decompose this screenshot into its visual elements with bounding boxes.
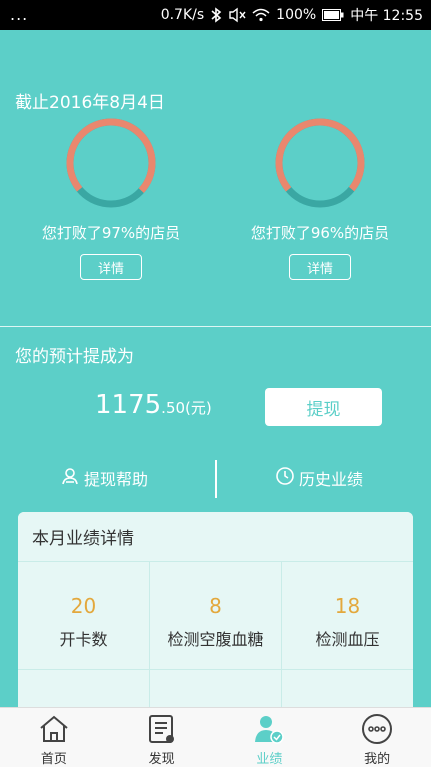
discover-icon — [145, 712, 179, 746]
network-speed: 0.7K/s — [160, 7, 205, 23]
status-dots: ... — [10, 5, 29, 24]
commission-label: 您的预计提成为 — [15, 347, 134, 367]
commission-amount: 1175 .50(元) — [95, 390, 212, 420]
monthly-card: 本月业绩详情 20 开卡数 8 检测空腹血糖 18 检测血压 — [18, 512, 413, 722]
detail-button-2[interactable]: 详情 — [289, 254, 351, 280]
detail-button-1[interactable]: 详情 — [80, 254, 142, 280]
stats-section: 截止2016年8月4日 您打败了97%的店员 您打败了96%的店员 详情 详情 — [0, 30, 431, 327]
beat-text-2: 您打败了96%的店员 — [250, 224, 390, 242]
beat-text-1: 您打败了97%的店员 — [41, 224, 181, 242]
links-separator — [215, 460, 217, 498]
mute-icon — [228, 7, 246, 23]
links-row: 提现帮助 历史业绩 — [0, 460, 431, 500]
nav-label: 我的 — [364, 752, 391, 767]
bluetooth-icon — [210, 7, 222, 23]
amount-integer: 1175 — [95, 390, 162, 420]
ring-chart-2 — [273, 116, 367, 210]
nav-label: 首页 — [40, 752, 67, 767]
nav-item-discover[interactable]: 发现 — [108, 708, 216, 767]
status-right: 0.7K/s 100% 中午 12:55 — [161, 0, 423, 30]
nav-label: 发现 — [148, 752, 175, 767]
metric-fasting-glucose[interactable]: 8 检测空腹血糖 — [150, 562, 282, 670]
monthly-title: 本月业绩详情 — [18, 512, 413, 562]
metrics-row: 20 开卡数 8 检测空腹血糖 18 检测血压 — [18, 562, 413, 670]
nav-label: 业绩 — [256, 752, 283, 767]
metric-label: 检测血压 — [315, 630, 380, 649]
home-icon — [37, 712, 71, 746]
withdraw-help-link[interactable]: 提现帮助 — [60, 466, 148, 490]
metric-value: 20 — [70, 594, 97, 618]
battery-level: 100% — [276, 7, 317, 23]
metric-value: 18 — [334, 594, 361, 618]
history-label: 历史业绩 — [299, 470, 364, 489]
bottom-nav: 首页 发现 业绩 我的 — [0, 707, 431, 767]
nav-item-home[interactable]: 首页 — [0, 708, 108, 767]
ring-1-progress — [66, 118, 156, 208]
nav-item-performance[interactable]: 业绩 — [216, 708, 324, 767]
date-label: 截止2016年8月4日 — [15, 93, 165, 113]
withdraw-button[interactable]: 提现 — [265, 388, 382, 426]
history-link[interactable]: 历史业绩 — [275, 466, 363, 490]
nav-item-mine[interactable]: 我的 — [323, 708, 431, 767]
metric-value: 8 — [209, 594, 222, 618]
clock-icon — [275, 466, 295, 490]
help-person-icon — [60, 466, 80, 490]
metric-label: 开卡数 — [59, 630, 108, 649]
battery-icon — [322, 9, 344, 21]
more-icon — [360, 712, 394, 746]
amount-decimal: .50(元) — [161, 399, 212, 417]
metric-blood-pressure[interactable]: 18 检测血压 — [282, 562, 413, 670]
performance-icon — [252, 712, 286, 746]
section-divider — [0, 326, 431, 327]
withdraw-help-label: 提现帮助 — [84, 470, 149, 489]
metric-cards-opened[interactable]: 20 开卡数 — [18, 562, 150, 670]
clock: 中午 12:55 — [350, 8, 423, 24]
status-bar: ... 0.7K/s 100% 中午 12:55 — [0, 0, 431, 30]
ring-chart-1 — [64, 116, 158, 210]
ring-2-progress — [275, 118, 365, 208]
wifi-icon — [252, 8, 270, 22]
metric-label: 检测空腹血糖 — [167, 630, 264, 649]
